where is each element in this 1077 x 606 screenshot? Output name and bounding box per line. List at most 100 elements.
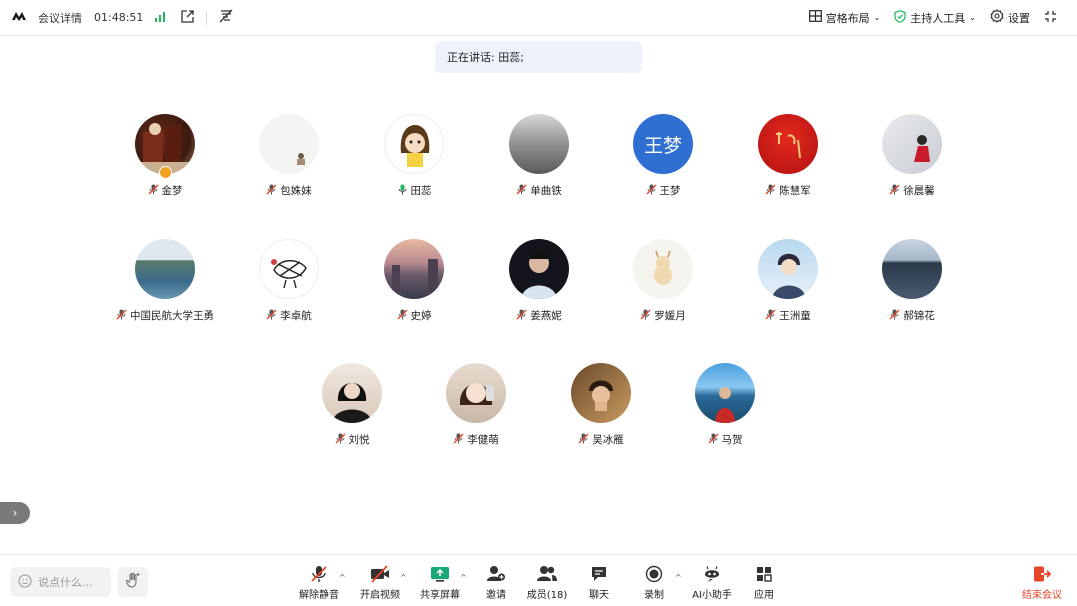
participant-name: 郝锦花 xyxy=(903,310,935,322)
smile-icon xyxy=(18,573,32,591)
avatar xyxy=(259,114,319,174)
participant-tile[interactable]: 王梦 王梦 xyxy=(603,114,723,198)
side-panel-toggle[interactable]: › xyxy=(0,502,30,524)
mic-muted-icon xyxy=(266,309,277,323)
avatar xyxy=(135,114,195,174)
participant-tile[interactable]: 金梦 xyxy=(105,114,225,198)
members-button[interactable]: 成员(18) xyxy=(517,565,577,601)
chat-button[interactable]: 聊天 xyxy=(569,565,629,601)
mic-muted-icon xyxy=(765,184,776,198)
participant-name: 田蕊 xyxy=(410,185,432,197)
participant-tile[interactable]: 徐晨馨 xyxy=(852,114,972,198)
meeting-details-link[interactable]: 会议详情 xyxy=(38,10,82,26)
participant-tile[interactable]: 刘悦 xyxy=(292,363,412,447)
popout-icon[interactable] xyxy=(181,9,195,26)
signal-icon[interactable] xyxy=(155,11,167,25)
participant-tile[interactable]: 史婷 xyxy=(354,239,474,323)
avatar xyxy=(633,239,693,299)
record-label: 录制 xyxy=(644,590,664,601)
participant-tile[interactable]: 郝锦花 xyxy=(852,239,972,323)
unmute-button[interactable]: 解除静音 xyxy=(289,565,349,601)
participant-tile[interactable]: 单曲铁 xyxy=(479,114,599,198)
speaking-indicator: 正在讲话: 田蕊; xyxy=(435,41,642,73)
app-logo-icon xyxy=(12,11,30,24)
participant-grid: 金梦 包姝妹 田蕊 单曲铁 王梦 王梦 陈慧军 徐晨馨 中国民航大学王勇 李卓航… xyxy=(0,0,1077,606)
participant-tile[interactable]: 马贺 xyxy=(665,363,785,447)
audio-options-caret[interactable]: ^ xyxy=(339,573,346,582)
host-tools-menu[interactable]: 主持人工具 ⌄ xyxy=(894,9,976,26)
mic-muted-icon xyxy=(708,433,719,447)
exit-fullscreen-button[interactable] xyxy=(1044,10,1057,26)
participant-name: 刘悦 xyxy=(348,434,370,446)
chevron-down-icon: ⌄ xyxy=(873,13,881,22)
participant-tile[interactable]: 吴冰雁 xyxy=(541,363,661,447)
chat-quick-input[interactable]: 说点什么... xyxy=(10,567,111,597)
participant-name: 王梦 xyxy=(659,185,681,197)
apps-button[interactable]: 应用 xyxy=(734,565,794,601)
layout-menu[interactable]: 宫格布局 ⌄ xyxy=(808,10,881,26)
start-video-label: 开启视频 xyxy=(360,590,400,601)
mic-off-icon xyxy=(311,566,327,582)
avatar xyxy=(322,363,382,423)
participant-name: 李卓航 xyxy=(280,310,312,322)
chevron-down-icon: ⌄ xyxy=(969,13,976,22)
mic-speaking-icon xyxy=(397,184,408,198)
shield-check-icon xyxy=(894,9,906,26)
members-label: 成员(18) xyxy=(526,590,568,601)
raise-hand-button[interactable] xyxy=(118,567,148,597)
mic-muted-icon xyxy=(266,184,277,198)
divider xyxy=(206,10,208,25)
mic-muted-icon xyxy=(516,309,527,323)
layout-label: 宫格布局 xyxy=(825,11,870,25)
mic-muted-icon xyxy=(335,433,346,447)
ai-assistant-button[interactable]: AI小助手 xyxy=(682,565,742,601)
record-options-caret[interactable]: ^ xyxy=(675,573,682,582)
end-meeting-button[interactable]: 结束会议 xyxy=(1012,565,1072,601)
avatar: 王梦 xyxy=(633,114,693,174)
settings-label: 设置 xyxy=(1008,11,1030,25)
share-screen-button[interactable]: 共享屏幕 xyxy=(410,565,470,601)
host-tools-label: 主持人工具 xyxy=(910,11,966,25)
participant-tile[interactable]: 姜燕妮 xyxy=(479,239,599,323)
avatar xyxy=(882,114,942,174)
participant-name: 中国民航大学王勇 xyxy=(130,310,214,322)
whiteboard-off-icon[interactable] xyxy=(219,9,234,26)
participant-tile[interactable]: 李卓航 xyxy=(229,239,349,323)
top-bar: 会议详情 01:48:51 宫格布局 ⌄ 主持人工具 ⌄ 设置 xyxy=(0,0,1077,36)
mic-muted-icon xyxy=(640,309,651,323)
participant-name: 吴冰雁 xyxy=(592,434,624,446)
grid-icon xyxy=(808,10,822,25)
invite-label: 邀请 xyxy=(486,590,506,601)
avatar-text: 王梦 xyxy=(643,134,682,157)
participant-tile[interactable]: 李健萌 xyxy=(416,363,536,447)
start-video-button[interactable]: 开启视频 xyxy=(350,565,410,601)
mic-muted-icon xyxy=(516,184,527,198)
chat-label: 聊天 xyxy=(589,590,609,601)
avatar xyxy=(509,114,569,174)
participant-tile[interactable]: 田蕊 xyxy=(354,114,474,198)
ai-assistant-icon xyxy=(705,566,719,582)
mic-muted-icon xyxy=(765,309,776,323)
host-badge-icon xyxy=(159,166,172,179)
participant-tile[interactable]: 罗媛月 xyxy=(603,239,723,323)
participant-tile[interactable]: 陈慧军 xyxy=(728,114,848,198)
hand-icon xyxy=(125,572,141,593)
chat-quick-placeholder: 说点什么... xyxy=(38,576,93,589)
invite-user-icon xyxy=(487,566,505,581)
avatar xyxy=(695,363,755,423)
participant-tile[interactable]: 王洲童 xyxy=(728,239,848,323)
participant-tile[interactable]: 中国民航大学王勇 xyxy=(105,239,225,323)
bottom-toolbar: 说点什么... 解除静音 ^ 开启视频 ^ 共享屏幕 ^ 邀请 成员(18) 聊… xyxy=(0,554,1077,606)
avatar xyxy=(384,114,444,174)
record-button[interactable]: 录制 xyxy=(624,565,684,601)
participant-name: 单曲铁 xyxy=(530,185,562,197)
unmute-label: 解除静音 xyxy=(299,590,339,601)
share-screen-icon xyxy=(431,567,449,582)
participant-tile[interactable]: 包姝妹 xyxy=(229,114,349,198)
participant-name: 李健萌 xyxy=(467,434,499,446)
ai-assistant-label: AI小助手 xyxy=(692,590,732,601)
participant-name: 徐晨馨 xyxy=(903,185,935,197)
mic-muted-icon xyxy=(148,184,159,198)
video-options-caret[interactable]: ^ xyxy=(400,573,407,582)
settings-button[interactable]: 设置 xyxy=(990,9,1030,26)
